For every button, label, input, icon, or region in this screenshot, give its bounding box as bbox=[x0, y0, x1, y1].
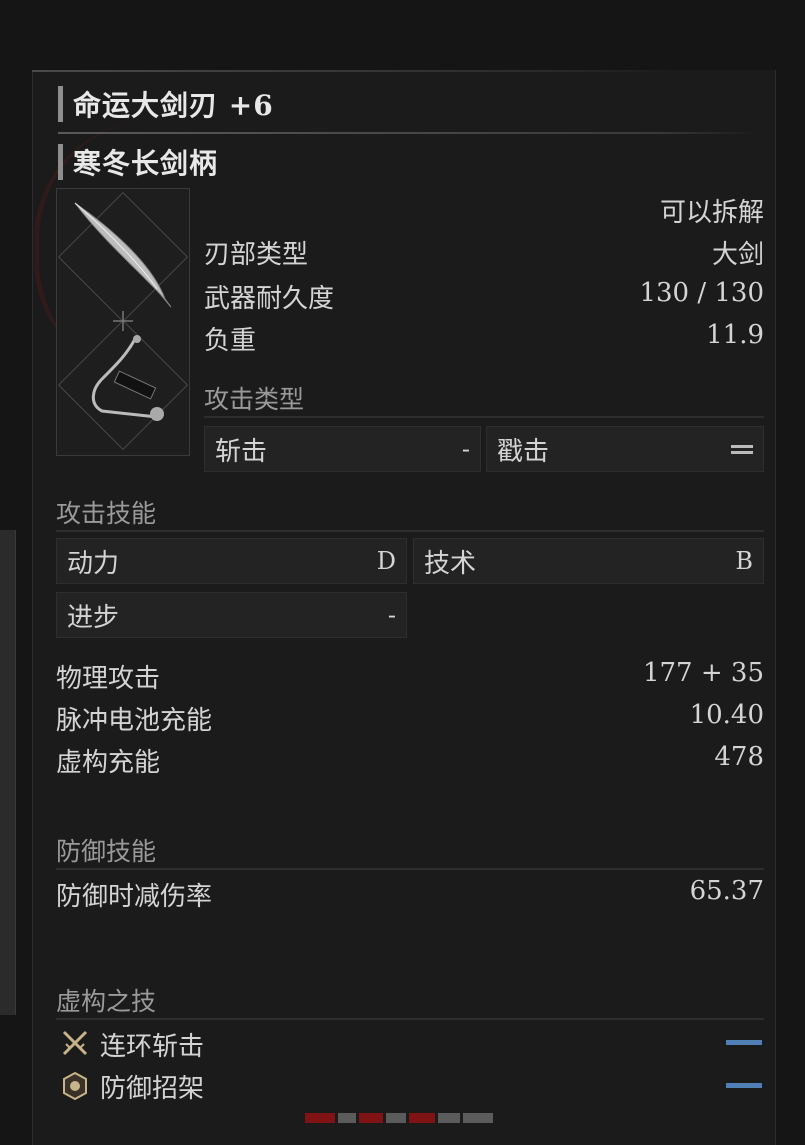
weight-label: 负重 bbox=[204, 326, 257, 356]
slash-cell: 斩击 - bbox=[204, 426, 481, 472]
handle-name: 寒冬长剑柄 bbox=[73, 147, 219, 180]
durability-value: 130 / 130 bbox=[639, 278, 764, 308]
section-divider bbox=[56, 868, 764, 870]
panel-top-border bbox=[32, 70, 672, 72]
crossed-swords-icon bbox=[62, 1030, 88, 1056]
damage-reduction-label: 防御时减伤率 bbox=[56, 882, 213, 912]
blade-title: 命运大剑刃 +6 bbox=[58, 84, 274, 124]
advance-label: 进步 bbox=[67, 602, 120, 633]
slash-value: - bbox=[461, 435, 470, 463]
power-grade: D bbox=[376, 547, 396, 575]
damage-reduction-value: 65.37 bbox=[689, 876, 764, 906]
technique-cell: 技术 B bbox=[413, 538, 764, 584]
fable-art-slot-indicator bbox=[726, 1040, 762, 1045]
fable-art-slot-indicator bbox=[726, 1083, 762, 1088]
weight-value: 11.9 bbox=[706, 320, 764, 350]
scrollbar[interactable] bbox=[0, 530, 16, 1015]
blade-type-label: 刃部类型 bbox=[204, 240, 309, 270]
pierce-cell: 戳击 bbox=[486, 426, 764, 472]
defense-skill-heading: 防御技能 bbox=[56, 837, 157, 866]
pierce-label: 戳击 bbox=[497, 436, 550, 467]
fable-charge-label: 虚构充能 bbox=[56, 748, 161, 778]
section-divider bbox=[56, 530, 764, 532]
title-accent-bar bbox=[58, 86, 63, 122]
handle-title: 寒冬长剑柄 bbox=[58, 142, 218, 182]
blade-type-value: 大剑 bbox=[711, 240, 764, 270]
pulse-charge-value: 10.40 bbox=[689, 700, 764, 730]
slash-label: 斩击 bbox=[215, 436, 268, 467]
attack-type-heading: 攻击类型 bbox=[204, 385, 305, 414]
physical-attack-value: 177 + 35 bbox=[642, 658, 764, 688]
attack-skill-heading: 攻击技能 bbox=[56, 499, 157, 528]
section-divider bbox=[204, 416, 764, 418]
disassemble-status: 可以拆解 bbox=[659, 198, 764, 228]
power-label: 动力 bbox=[67, 548, 120, 579]
section-divider bbox=[56, 1018, 764, 1020]
weapon-image bbox=[56, 188, 190, 456]
technique-label: 技术 bbox=[424, 548, 477, 579]
pulse-charge-label: 脉冲电池充能 bbox=[56, 706, 213, 736]
physical-attack-label: 物理攻击 bbox=[56, 664, 161, 694]
weapon-parts-illustration bbox=[74, 202, 172, 421]
fable-art-defensive-parry: 防御招架 bbox=[100, 1074, 205, 1104]
fable-arts-heading: 虚构之技 bbox=[56, 987, 157, 1016]
fable-charge-value: 478 bbox=[714, 742, 764, 772]
power-cell: 动力 D bbox=[56, 538, 407, 584]
shield-emblem-icon bbox=[63, 1071, 87, 1101]
durability-label: 武器耐久度 bbox=[204, 284, 335, 314]
double-bar-icon bbox=[731, 442, 753, 457]
fable-art-chain-slash: 连环斩击 bbox=[100, 1032, 205, 1062]
title-divider bbox=[58, 132, 758, 134]
advance-grade: - bbox=[387, 601, 396, 629]
technique-grade: B bbox=[735, 547, 753, 575]
advance-cell: 进步 - bbox=[56, 592, 407, 638]
title-accent-bar bbox=[58, 144, 63, 180]
blade-name: 命运大剑刃 +6 bbox=[73, 89, 274, 122]
site-watermark bbox=[305, 1113, 505, 1129]
